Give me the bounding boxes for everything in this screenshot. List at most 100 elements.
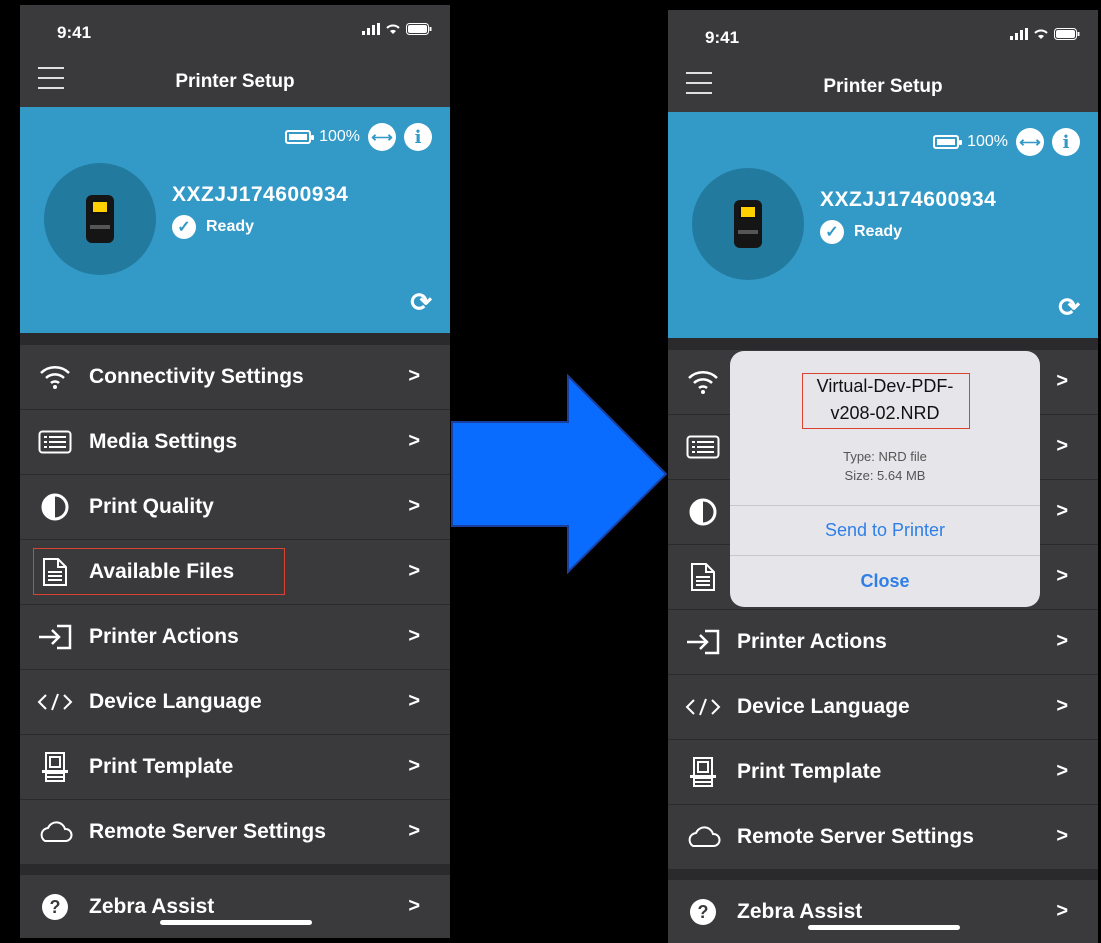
refresh-icon[interactable]: ⟳: [410, 287, 432, 318]
divider: [20, 865, 450, 875]
check-icon: ✓: [820, 220, 844, 244]
divider: [668, 870, 1098, 880]
cellular-signal-icon: [1010, 28, 1028, 40]
info-icon[interactable]: i: [1052, 128, 1080, 156]
chevron-right-icon: >: [1056, 900, 1068, 922]
cloud-icon: [36, 817, 74, 847]
contrast-icon: [684, 497, 722, 527]
printer-actions-icon: [36, 622, 74, 652]
svg-text:?: ?: [50, 897, 61, 917]
help-icon: ?: [684, 897, 722, 927]
menu-item-print-quality[interactable]: Print Quality >: [20, 475, 450, 540]
menu-item-print-template[interactable]: Print Template >: [20, 735, 450, 800]
menu-item-zebra-assist[interactable]: ? Zebra Assist >: [668, 880, 1098, 943]
chevron-right-icon: >: [408, 690, 420, 712]
help-icon: ?: [36, 892, 74, 922]
file-details: Type: NRD file Size: 5.64 MB: [730, 447, 1040, 485]
menu-item-device-language[interactable]: Device Language >: [668, 675, 1098, 740]
menu-item-printer-actions[interactable]: Printer Actions >: [668, 610, 1098, 675]
status-icons: [362, 23, 432, 35]
chevron-right-icon: >: [408, 495, 420, 517]
chevron-right-icon: >: [1056, 500, 1068, 522]
menu-label: Remote Server Settings: [89, 820, 326, 843]
status-icons: [1010, 28, 1080, 40]
file-size: Size: 5.64 MB: [844, 468, 926, 483]
chevron-right-icon: >: [408, 895, 420, 917]
settings-menu: Connectivity Settings > Media Settings >…: [20, 345, 450, 938]
print-template-icon: [684, 757, 722, 787]
close-button[interactable]: Close: [730, 556, 1040, 606]
battery-icon: [285, 130, 315, 144]
device-card: 100% ⟷ i XXZJJ174600934 ✓ Ready ⟳: [668, 112, 1098, 338]
device-status: ✓ Ready: [820, 220, 902, 244]
media-icon: [684, 432, 722, 462]
chevron-right-icon: >: [1056, 695, 1068, 717]
device-serial: XXZJJ174600934: [172, 183, 349, 206]
phone-screen-before: 9:41 Printer Setup 100% ⟷ i XXZJJ1746009…: [20, 5, 450, 938]
file-name-line-2: v208-02.NRD: [830, 403, 940, 423]
file-action-dialog: Virtual-Dev-PDF- v208-02.NRD Type: NRD f…: [730, 351, 1040, 607]
device-serial: XXZJJ174600934: [820, 188, 997, 211]
device-indicators: 100% ⟷ i: [285, 123, 432, 151]
battery-status-icon: [1054, 28, 1080, 40]
menu-label: Zebra Assist: [737, 900, 863, 923]
home-indicator: [160, 920, 312, 925]
send-to-printer-button[interactable]: Send to Printer: [730, 505, 1040, 555]
menu-item-print-template[interactable]: Print Template >: [668, 740, 1098, 805]
battery-percent: 100%: [967, 133, 1008, 150]
home-indicator: [808, 925, 960, 930]
refresh-icon[interactable]: ⟳: [1058, 292, 1080, 323]
device-status: ✓ Ready: [172, 215, 254, 239]
status-time: 9:41: [57, 23, 92, 42]
cellular-signal-icon: [362, 23, 380, 35]
chevron-right-icon: >: [1056, 565, 1068, 587]
menu-label: Print Template: [89, 755, 234, 778]
info-icon[interactable]: i: [404, 123, 432, 151]
menu-item-zebra-assist[interactable]: ? Zebra Assist >: [20, 875, 450, 938]
check-icon: ✓: [172, 215, 196, 239]
menu-item-connectivity-settings[interactable]: Connectivity Settings >: [20, 345, 450, 410]
device-status-label: Ready: [206, 218, 255, 235]
battery-percent: 100%: [319, 128, 360, 145]
status-time: 9:41: [705, 28, 740, 47]
chevron-right-icon: >: [1056, 630, 1068, 652]
status-bar: 9:41: [20, 5, 450, 55]
file-name-line-1: Virtual-Dev-PDF-: [816, 376, 954, 396]
code-icon: [36, 687, 74, 717]
code-icon: [684, 692, 722, 722]
file-name: Virtual-Dev-PDF- v208-02.NRD: [730, 373, 1040, 427]
device-status-label: Ready: [854, 223, 903, 240]
chevron-right-icon: >: [1056, 370, 1068, 392]
menu-label: Connectivity Settings: [89, 365, 304, 388]
contrast-icon: [36, 492, 74, 522]
nav-bar: Printer Setup: [20, 55, 450, 107]
svg-text:?: ?: [698, 902, 709, 922]
status-bar: 9:41: [668, 10, 1098, 60]
phone-screen-after: 9:41 Printer Setup 100% ⟷ i XXZJJ1746009…: [668, 10, 1098, 943]
media-icon: [36, 427, 74, 457]
printer-actions-icon: [684, 627, 722, 657]
menu-item-device-language[interactable]: Device Language >: [20, 670, 450, 735]
battery-status-icon: [406, 23, 432, 35]
highlight-box: [33, 548, 285, 595]
chevron-right-icon: >: [408, 625, 420, 647]
cloud-icon: [684, 822, 722, 852]
arrow-right-icon: [451, 374, 668, 574]
menu-item-printer-actions[interactable]: Printer Actions >: [20, 605, 450, 670]
menu-item-remote-server-settings[interactable]: Remote Server Settings >: [20, 800, 450, 865]
print-template-icon: [36, 752, 74, 782]
menu-item-media-settings[interactable]: Media Settings >: [20, 410, 450, 475]
menu-label: Zebra Assist: [89, 895, 215, 918]
printer-image: [692, 168, 804, 280]
chevron-right-icon: >: [1056, 760, 1068, 782]
connection-icon[interactable]: ⟷: [368, 123, 396, 151]
wifi-icon: [36, 362, 74, 392]
menu-label: Printer Actions: [737, 630, 887, 653]
file-type: Type: NRD file: [843, 449, 927, 464]
page-title: Printer Setup: [823, 76, 943, 97]
chevron-right-icon: >: [408, 365, 420, 387]
battery-icon: [933, 135, 963, 149]
divider: [20, 333, 450, 345]
connection-icon[interactable]: ⟷: [1016, 128, 1044, 156]
menu-item-remote-server-settings[interactable]: Remote Server Settings >: [668, 805, 1098, 870]
